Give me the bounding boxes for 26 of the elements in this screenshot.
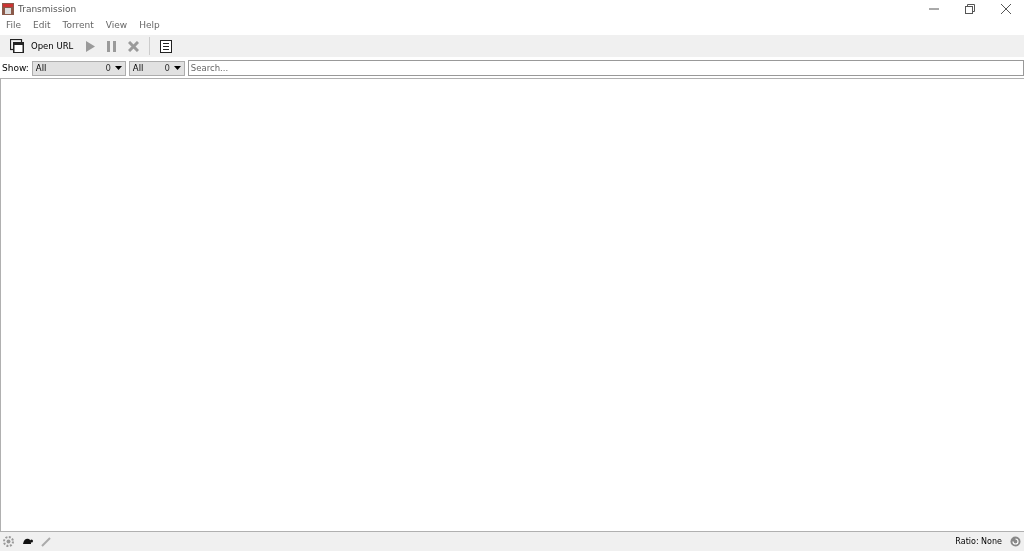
gear-icon[interactable] <box>3 536 14 547</box>
caret-icon <box>114 66 122 70</box>
caret-icon <box>173 66 181 70</box>
close-icon <box>128 40 140 52</box>
window-title: Transmission <box>18 3 77 14</box>
search-field[interactable]: Search... <box>187 60 1024 76</box>
play-icon <box>85 40 96 52</box>
menu-item[interactable]: Torrent <box>62 20 94 30</box>
menu-item[interactable]: Help <box>139 20 160 30</box>
ratio-label: Ratio: None <box>955 537 1002 546</box>
menu-item[interactable]: Edit <box>33 20 51 30</box>
restore-icon[interactable] <box>965 3 975 14</box>
close-icon[interactable] <box>1001 3 1011 14</box>
window-icon <box>10 39 24 53</box>
menu-item[interactable]: File <box>6 20 22 30</box>
filter-dropdown[interactable]: All 0 <box>128 60 185 76</box>
refresh-icon[interactable] <box>1010 536 1021 547</box>
app-icon <box>2 2 14 15</box>
open-button[interactable]: Open URL <box>5 36 79 56</box>
list-icon <box>160 39 173 53</box>
turtle-icon[interactable] <box>22 538 33 545</box>
menu-item[interactable]: View <box>105 20 128 30</box>
pause-icon <box>107 40 117 52</box>
pen-icon[interactable] <box>41 536 51 547</box>
filter-dropdown[interactable]: All 0 <box>31 60 126 76</box>
show-label: Show: <box>2 63 29 73</box>
